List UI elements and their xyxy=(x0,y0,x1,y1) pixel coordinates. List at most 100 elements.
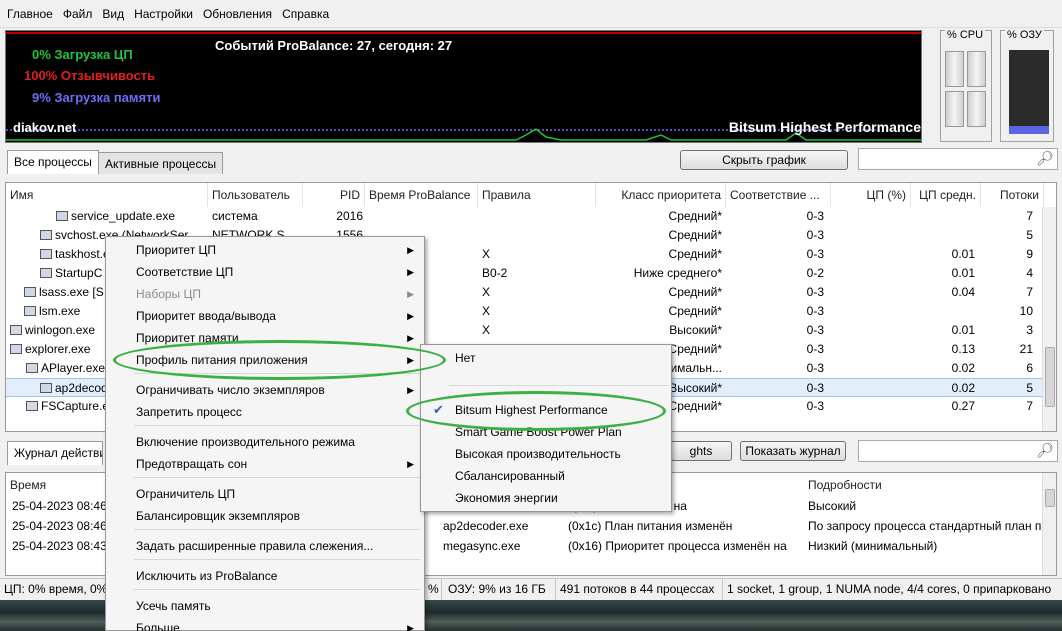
cell-prio: Средний* xyxy=(668,209,722,223)
ram-meter: % ОЗУ xyxy=(1000,29,1054,142)
cell-avg: 0.04 xyxy=(951,285,975,299)
menu-item-instance-balancer[interactable]: Балансировщик экземпляров xyxy=(108,505,420,527)
menu-item-limit-instances[interactable]: Ограничивать число экземпляров ▶ xyxy=(108,379,420,401)
menu-main[interactable]: Главное xyxy=(2,7,58,21)
menu-view[interactable]: Вид xyxy=(97,7,129,21)
lights-button[interactable]: ghts xyxy=(670,441,732,461)
performance-graph[interactable]: 0% Загрузка ЦП 100% Отзывчивость 9% Загр… xyxy=(5,30,922,143)
status-topology: 1 socket, 1 group, 1 NUMA node, 4/4 core… xyxy=(727,582,1052,596)
cell-prio: Средний* xyxy=(668,228,722,242)
menu-separator xyxy=(134,589,420,590)
menu-item-label: Балансировщик экземпляров xyxy=(136,509,300,523)
submenu-item-power-saver[interactable]: Экономия энергии xyxy=(423,487,667,509)
cell-thr: 7 xyxy=(1026,209,1033,223)
submenu-item-high-performance[interactable]: Высокая производительность xyxy=(423,443,667,465)
submenu-arrow-icon: ▶ xyxy=(407,385,414,395)
process-icon xyxy=(56,211,68,221)
col-header-affinity[interactable]: Соответствие ... xyxy=(726,183,831,207)
menu-item-more[interactable]: Больше ▶ xyxy=(108,617,420,631)
menu-item-trim-memory[interactable]: Усечь память xyxy=(108,595,420,617)
menu-item-label: Запретить процесс xyxy=(136,405,242,419)
table-row[interactable]: service_update.exe система 2016 Средний* 0-3… xyxy=(6,207,1044,226)
process-icon xyxy=(10,325,22,335)
cell-thr: 5 xyxy=(1026,228,1033,242)
menu-item-label: Исключить из ProBalance xyxy=(136,569,278,583)
log-col-details[interactable]: Подробности xyxy=(804,473,1044,497)
menu-item-label: Приоритет ввода/вывода xyxy=(136,309,276,323)
cell-thr: 5 xyxy=(1026,381,1033,395)
cpu-core-bar xyxy=(945,91,964,127)
menu-item-label: Больше xyxy=(136,621,180,631)
col-header-cpu[interactable]: ЦП (%) xyxy=(831,183,911,207)
menu-item-label: Усечь память xyxy=(136,599,211,613)
menu-separator xyxy=(449,385,669,386)
menu-help[interactable]: Справка xyxy=(277,7,334,21)
submenu-arrow-icon: ▶ xyxy=(407,333,414,343)
menu-item-cpu-sets[interactable]: Наборы ЦП ▶ xyxy=(108,283,420,305)
menu-file[interactable]: Файл xyxy=(58,7,98,21)
menu-item-label: Ограничитель ЦП xyxy=(136,487,236,501)
menu-item-cpu-affinity[interactable]: Соответствие ЦП ▶ xyxy=(108,261,420,283)
scrollbar-thumb[interactable] xyxy=(1045,347,1055,407)
log-scrollbar[interactable] xyxy=(1042,473,1056,575)
submenu-item-balanced[interactable]: Сбалансированный xyxy=(423,465,667,487)
col-header-priority[interactable]: Класс приоритета xyxy=(596,183,726,207)
col-header-probalance-time[interactable]: Время ProBalance xyxy=(365,183,478,207)
cell-rules: B0-2 xyxy=(482,266,508,280)
col-header-rules[interactable]: Правила xyxy=(478,183,596,207)
tab-all-processes[interactable]: Все процессы xyxy=(7,150,99,174)
cell-thr: 10 xyxy=(1019,304,1033,318)
menu-bar: Главное Файл Вид Настройки Обновления Сп… xyxy=(0,0,1062,28)
tab-action-log[interactable]: Журнал действий xyxy=(7,441,103,465)
menu-item-exclude-probalance[interactable]: Исключить из ProBalance xyxy=(108,565,420,587)
search-icon[interactable]: 🔎︎ xyxy=(1036,150,1054,167)
submenu-arrow-icon: ▶ xyxy=(407,623,414,631)
submenu-item-none[interactable]: Нет xyxy=(423,347,667,369)
menu-item-performance-mode[interactable]: Включение производительного режима xyxy=(108,431,420,453)
status-ram: ОЗУ: 9% из 16 ГБ xyxy=(444,579,556,601)
tab-active-processes[interactable]: Активные процессы xyxy=(98,152,224,174)
process-name: lsm.exe xyxy=(39,304,81,318)
menu-item-advanced-watchdog[interactable]: Задать расширенные правила слежения... xyxy=(108,535,420,557)
process-name: APlayer.exe xyxy=(41,361,106,375)
power-plan-label: Bitsum Highest Performance xyxy=(728,119,921,135)
show-log-button[interactable]: Показать журнал xyxy=(740,441,846,461)
log-search-input[interactable]: 🔎︎ xyxy=(858,440,1058,462)
search-icon[interactable]: 🔎︎ xyxy=(1036,442,1054,459)
cell-avg: 0.01 xyxy=(951,266,975,280)
process-icon xyxy=(24,287,36,297)
cell-aff: 0-3 xyxy=(806,381,824,395)
col-header-user[interactable]: Пользователь xyxy=(208,183,303,207)
scrollbar-thumb[interactable] xyxy=(1045,489,1055,507)
menu-item-cpu-limiter[interactable]: Ограничитель ЦП xyxy=(108,483,420,505)
menu-item-disallow-process[interactable]: Запретить процесс xyxy=(108,401,420,423)
menu-item-cpu-priority[interactable]: Приоритет ЦП ▶ xyxy=(108,239,420,261)
menu-separator xyxy=(134,477,420,478)
process-scrollbar[interactable] xyxy=(1042,207,1056,431)
highlight-oval xyxy=(406,391,666,431)
process-search-input[interactable]: 🔎︎ xyxy=(858,148,1058,170)
menu-separator xyxy=(134,529,420,530)
menu-updates[interactable]: Обновления xyxy=(198,7,277,21)
process-name: winlogon.exe xyxy=(25,323,96,337)
status-cpu: ЦП: 0% время, 0% xyxy=(0,579,120,601)
cell-avg: 0.01 xyxy=(951,247,975,261)
cpu-core-bar xyxy=(945,51,964,87)
hide-graph-button[interactable]: Скрыть график xyxy=(680,150,848,170)
cell-rules: X xyxy=(482,323,491,337)
menu-settings[interactable]: Настройки xyxy=(129,7,198,21)
menu-item-label: Ограничивать число экземпляров xyxy=(136,383,325,397)
menu-item-io-priority[interactable]: Приоритет ввода/вывода ▶ xyxy=(108,305,420,327)
col-header-pid[interactable]: PID xyxy=(303,183,365,207)
menu-item-prevent-sleep[interactable]: Предотвращать сон ▶ xyxy=(108,453,420,475)
cell-rules: X xyxy=(482,304,491,318)
cpu-load-label: 0% Загрузка ЦП xyxy=(32,47,133,62)
cell-prio: Ниже среднего* xyxy=(633,266,722,280)
log-cell-proc: megasync.exe xyxy=(443,539,521,553)
col-header-cpu-avg[interactable]: ЦП средн. xyxy=(911,183,981,207)
col-header-threads[interactable]: Потоки xyxy=(981,183,1044,207)
col-header-name[interactable]: Имя xyxy=(6,183,208,207)
process-name: explorer.exe xyxy=(25,342,91,356)
cell-thr: 7 xyxy=(1026,399,1033,413)
menu-item-label: Наборы ЦП xyxy=(136,287,202,301)
